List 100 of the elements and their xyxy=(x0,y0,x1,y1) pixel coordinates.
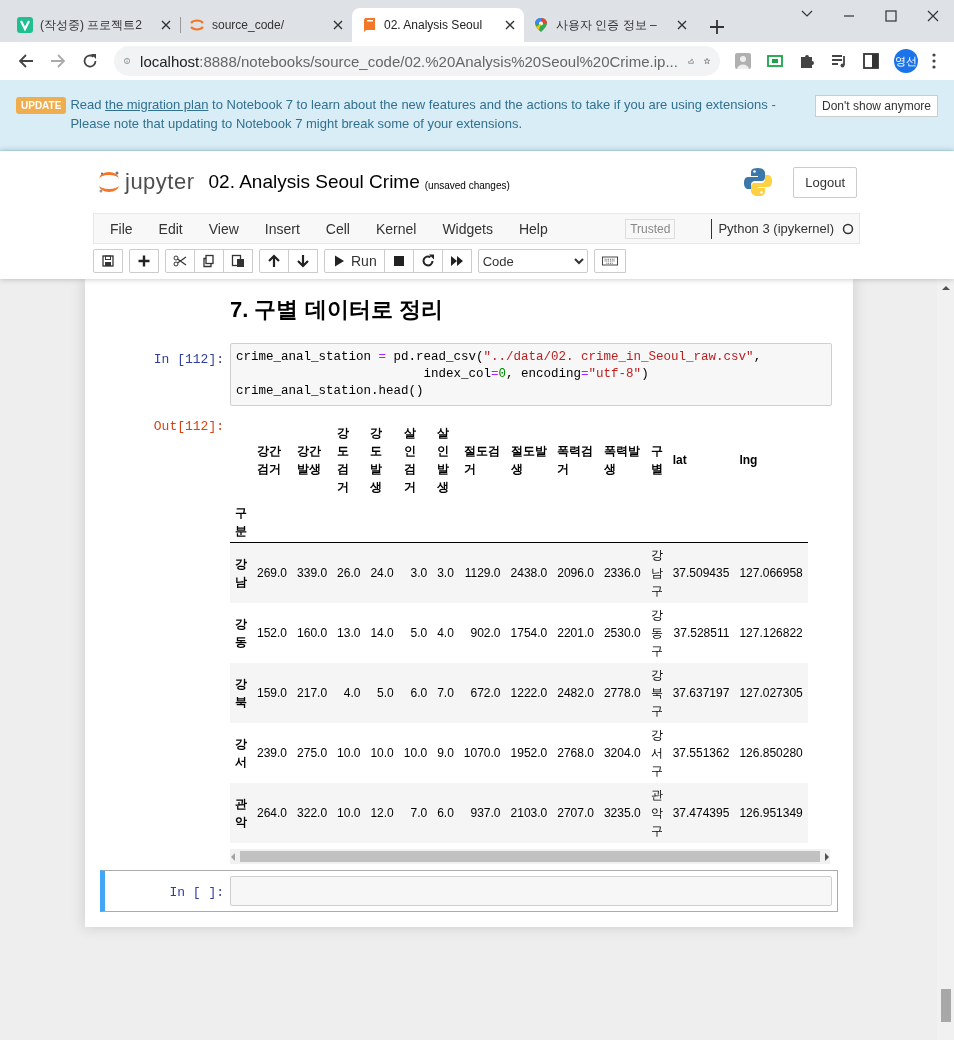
code-input[interactable] xyxy=(230,876,832,906)
logout-button[interactable]: Logout xyxy=(793,166,857,198)
table-cell: 10.0 xyxy=(403,746,428,760)
table-cell: 160.0 xyxy=(297,626,328,640)
jupyter-wordmark[interactable]: jupyter xyxy=(125,169,195,195)
browser-tab[interactable]: (작성중) 프로젝트2 xyxy=(8,8,180,42)
update-badge: UPDATE xyxy=(16,97,67,114)
menu-item[interactable]: View xyxy=(195,220,252,237)
menu-item[interactable]: Kernel xyxy=(362,220,430,237)
close-icon[interactable] xyxy=(505,20,515,30)
puzzle-icon[interactable] xyxy=(798,52,816,70)
tab-logo-icon xyxy=(17,17,33,33)
table-cell: 3235.0 xyxy=(603,806,641,820)
copy-icon xyxy=(202,254,216,268)
table-cell: 26.0 xyxy=(337,566,361,580)
table-cell: 14.0 xyxy=(370,626,394,640)
table-cell: 217.0 xyxy=(297,686,328,700)
copy-button[interactable] xyxy=(194,249,224,273)
menu-item[interactable]: Help xyxy=(505,220,561,237)
kernel-name[interactable]: Python 3 (ipykernel) xyxy=(711,218,834,239)
notebook-title[interactable]: 02. Analysis Seoul Crime xyxy=(208,171,420,193)
table-cell: 269.0 xyxy=(257,566,288,580)
markdown-cell[interactable]: 7. 구별 데이터로 정리 xyxy=(100,279,838,337)
maximize-icon[interactable] xyxy=(885,10,897,22)
row-header: 강북 xyxy=(235,676,247,711)
keyboard-button[interactable] xyxy=(593,249,626,273)
table-cell: 902.0 xyxy=(470,626,501,640)
restart-button[interactable] xyxy=(412,249,443,273)
paste-icon xyxy=(231,254,245,268)
menu-item[interactable]: File xyxy=(97,220,146,237)
dismiss-button[interactable]: Don't show anymore xyxy=(815,95,938,117)
fast-forward-button[interactable] xyxy=(441,249,472,273)
run-button[interactable]: Run xyxy=(324,249,385,273)
code-line: index_col=0, encoding="utf-8") xyxy=(422,366,650,383)
arrow-up-icon xyxy=(267,254,281,268)
cell-type-select[interactable]: Code xyxy=(477,249,588,273)
browser-tab[interactable]: 사용자 인증 정보 – xyxy=(524,8,696,42)
table-cell: 3204.0 xyxy=(603,746,641,760)
migration-link[interactable]: the migration plan xyxy=(105,97,209,112)
browser-tab[interactable]: 02. Analysis Seoul xyxy=(352,8,524,42)
python-logo-icon xyxy=(743,167,774,197)
save-button[interactable] xyxy=(93,249,123,273)
profile-avatar[interactable]: 영선 xyxy=(894,49,918,73)
arrow-up-button[interactable] xyxy=(259,249,289,273)
horizontal-scrollbar[interactable] xyxy=(230,849,830,864)
table-cell: 127.027305 xyxy=(739,686,803,700)
table-cell: 937.0 xyxy=(470,806,501,820)
media-list-icon[interactable] xyxy=(830,52,848,70)
code-input[interactable]: crime_anal_station = pd.read_csv("../data/02. crime_in_Seoul_raw.csv", index_col=0, encoding="utf-8") crime_anal_station.head() xyxy=(230,343,832,406)
column-header: 살인검거 xyxy=(403,425,416,496)
menu-item[interactable]: Widgets xyxy=(429,220,506,237)
jupyter-logo-icon[interactable] xyxy=(97,170,121,194)
column-header: 강도발생 xyxy=(370,425,383,496)
table-cell: 1222.0 xyxy=(510,686,548,700)
table-cell: 239.0 xyxy=(257,746,288,760)
column-header: 강도검거 xyxy=(337,425,350,496)
scrollbar-thumb[interactable] xyxy=(940,989,951,1022)
table-cell: 13.0 xyxy=(337,626,361,640)
table-cell: 3.0 xyxy=(437,566,454,580)
more-menu-icon[interactable] xyxy=(932,53,936,69)
table-cell: 2103.0 xyxy=(510,806,548,820)
chevron-down-icon[interactable] xyxy=(801,10,813,18)
play-icon xyxy=(332,254,346,268)
jupyter-icon xyxy=(189,17,205,33)
side-panel-icon[interactable] xyxy=(862,52,880,70)
trusted-indicator[interactable]: Trusted xyxy=(625,218,676,239)
close-icon[interactable] xyxy=(333,20,343,30)
banner-message: Read the migration plan to Notebook 7 to learn about the new features and the actions to take if you are using extensions - Please note that updating to Notebook 7 might break some of your extensions. xyxy=(70,96,777,133)
table-cell: 127.066958 xyxy=(739,566,803,580)
paste-button[interactable] xyxy=(223,249,253,273)
table-cell: 3.0 xyxy=(410,566,428,580)
code-cell[interactable]: In [ ]: xyxy=(100,870,838,912)
scissors-button[interactable] xyxy=(165,249,195,273)
table-cell-text: 강북구 xyxy=(650,667,663,720)
tab-title: (작성중) 프로젝트2 xyxy=(40,16,143,34)
menu-item[interactable]: Insert xyxy=(251,220,313,237)
plus-button[interactable] xyxy=(129,249,159,273)
save-status: (unsaved changes) xyxy=(424,179,510,191)
address-bar[interactable]: localhost:8888/notebooks/source_code/02.%20Analysis%20Seoul%20Crime.ip... xyxy=(114,46,720,76)
close-icon[interactable] xyxy=(161,20,171,30)
close-icon[interactable] xyxy=(927,10,939,22)
browser-tab[interactable]: source_code/ xyxy=(180,8,352,42)
scrollbar-thumb[interactable] xyxy=(240,851,820,862)
menu-item[interactable]: Cell xyxy=(312,220,363,237)
map-pin-icon xyxy=(533,17,549,33)
screencast-icon[interactable] xyxy=(766,52,784,70)
table-cell: 10.0 xyxy=(337,806,361,820)
table-cell: 2438.0 xyxy=(510,566,548,580)
code-line: crime_anal_station.head() xyxy=(236,383,425,400)
scroll-up-icon[interactable] xyxy=(941,285,950,291)
stop-button[interactable] xyxy=(383,249,414,273)
save-icon xyxy=(101,254,115,268)
table-cell: 275.0 xyxy=(297,746,328,760)
scroll-right-icon[interactable] xyxy=(824,852,830,861)
close-icon[interactable] xyxy=(677,20,687,30)
back-icon[interactable] xyxy=(18,53,34,69)
menu-item[interactable]: Edit xyxy=(145,220,196,237)
new-tab-icon[interactable] xyxy=(710,20,724,34)
arrow-down-button[interactable] xyxy=(288,249,318,273)
reload-icon[interactable] xyxy=(82,53,98,69)
